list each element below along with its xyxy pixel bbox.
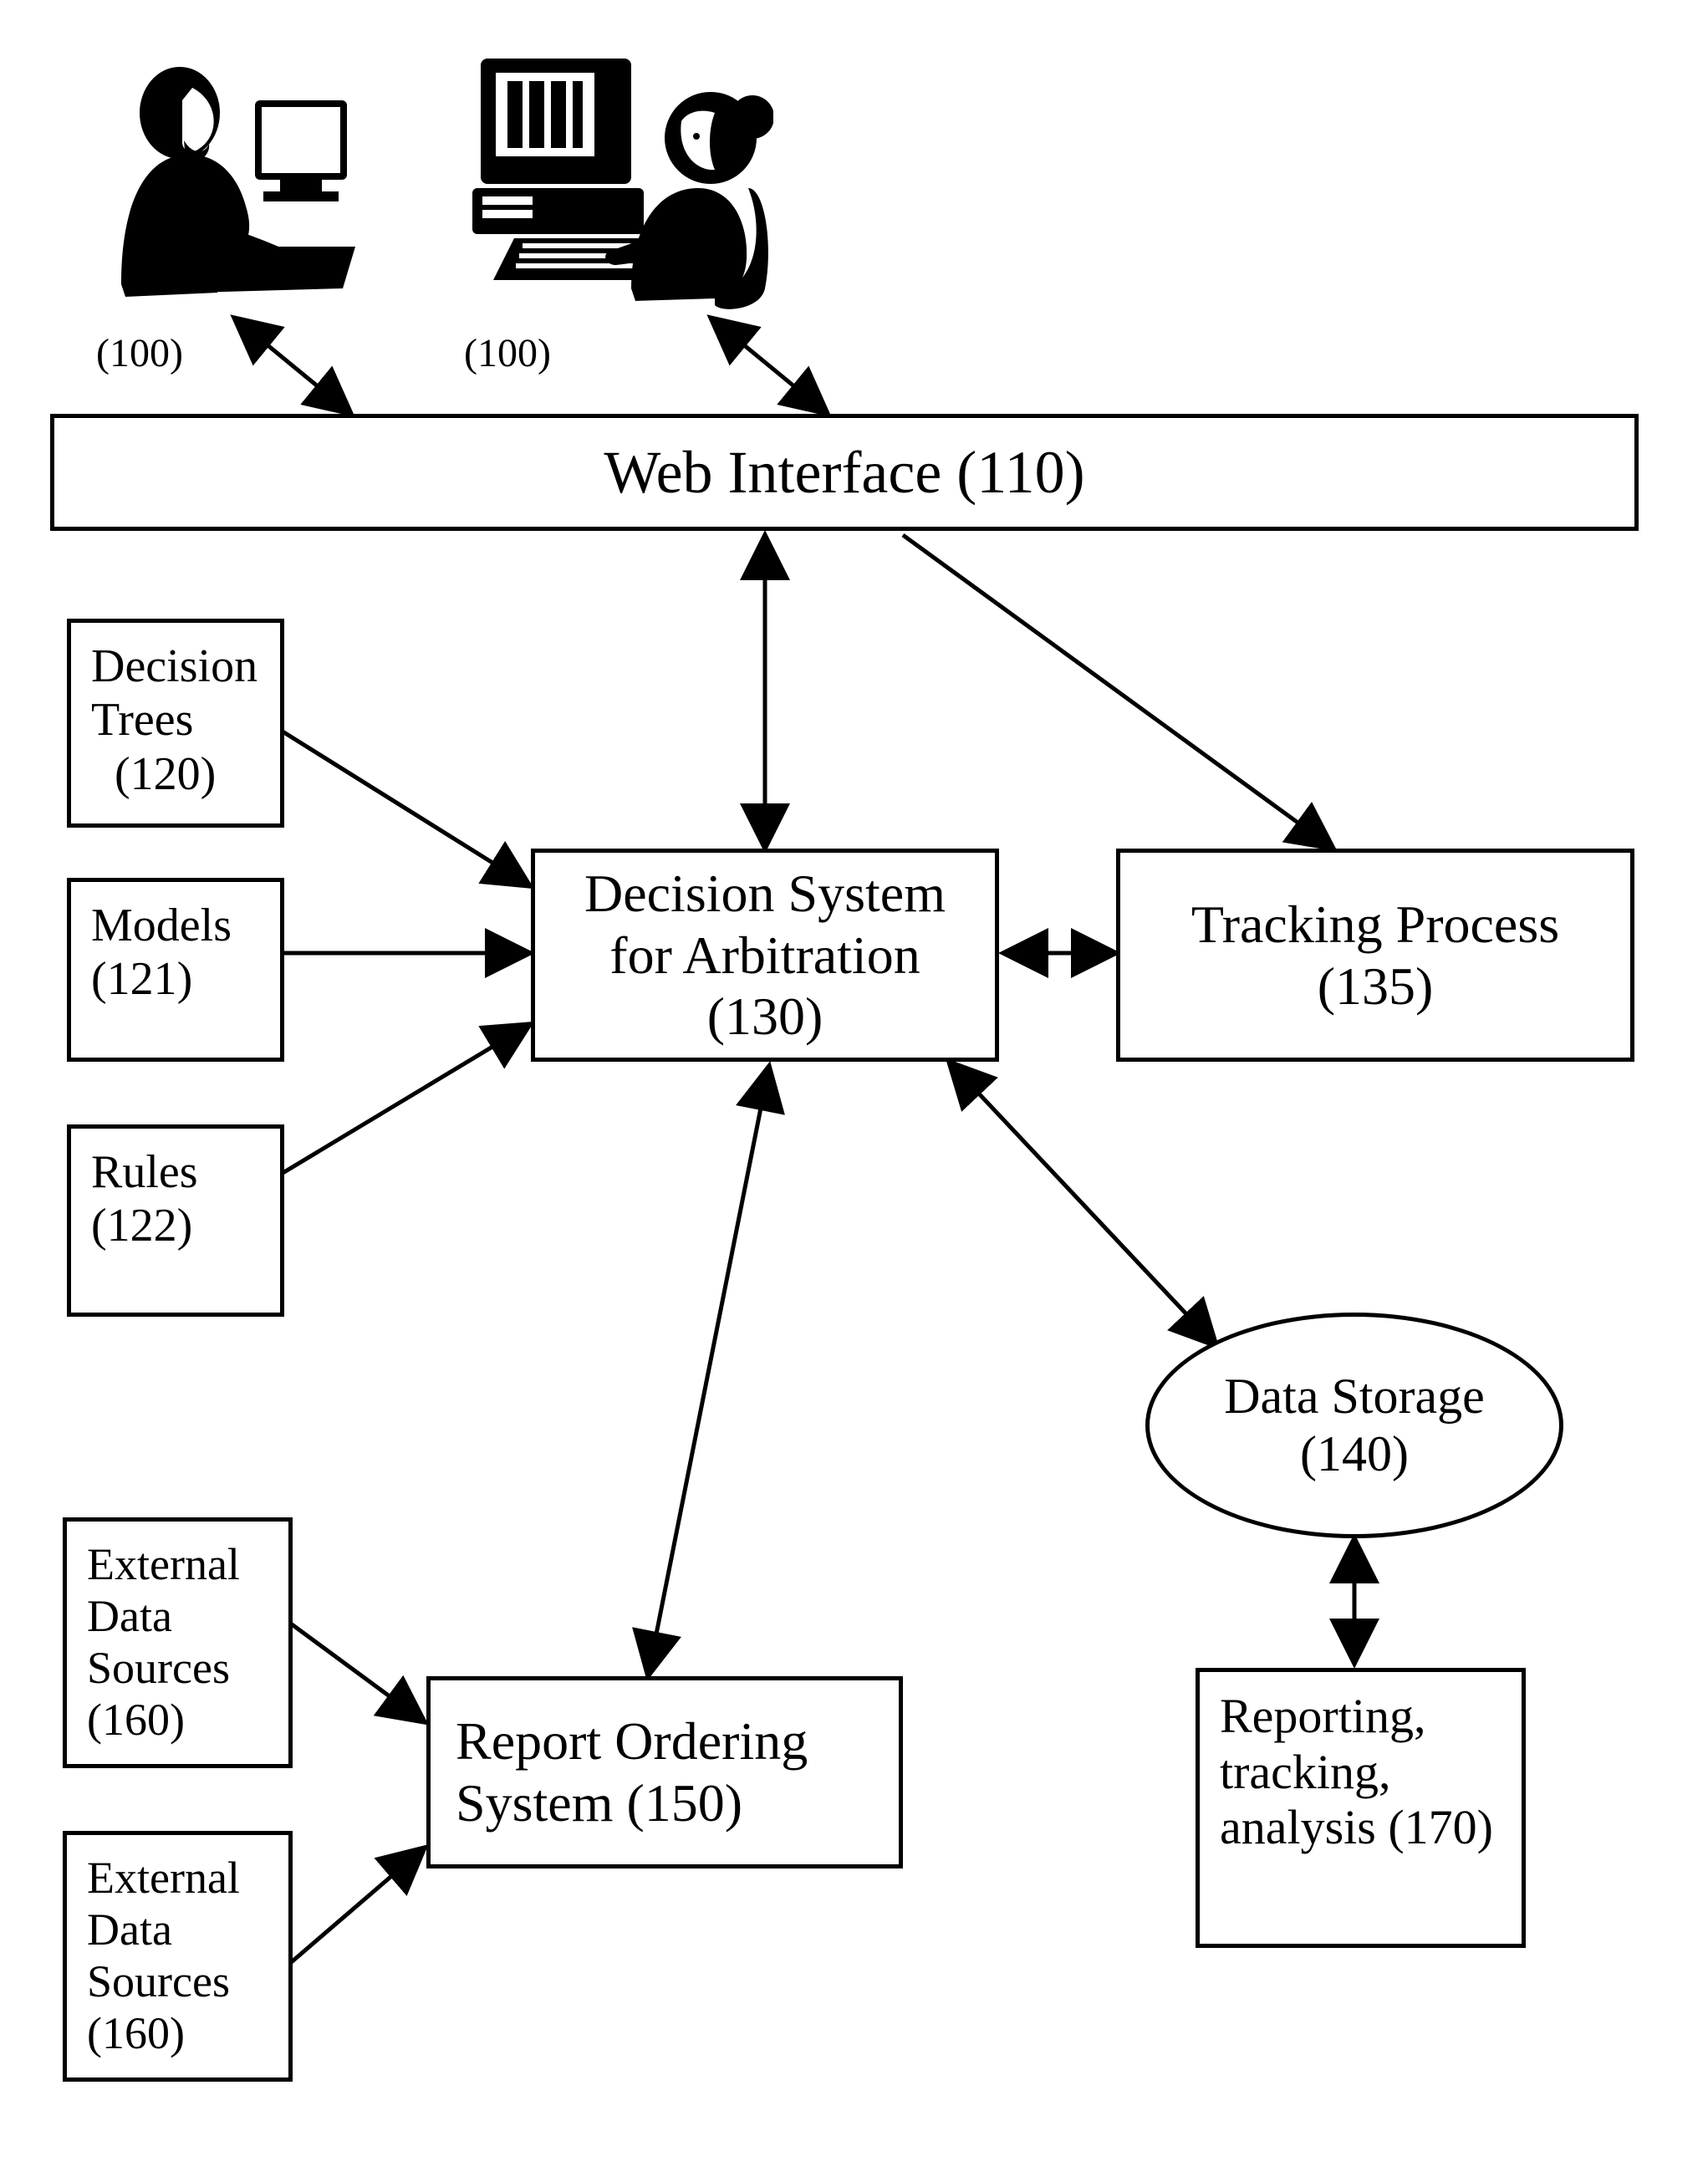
user-left-caption: (100) [96,330,183,376]
node-label: External Data Sources (160) [87,1538,268,1746]
user-at-computer-icon [92,42,359,318]
node-label: Decision System for Arbitration (130) [584,863,946,1048]
node-decision-trees: Decision Trees (120) [67,619,284,828]
node-label: Reporting, tracking, analysis (170) [1220,1689,1502,1856]
node-label: Tracking Process (135) [1191,894,1559,1017]
diagram-stage: (100) [0,0,1708,2182]
user-right-caption: (100) [464,330,551,376]
node-external-sources-a: External Data Sources (160) [63,1517,293,1768]
node-label: Decision Trees (120) [91,640,260,801]
node-report-ordering: Report Ordering System (150) [426,1676,903,1868]
node-rules: Rules (122) [67,1124,284,1317]
user-at-computer-icon [464,29,773,322]
node-label: Rules (122) [91,1145,260,1253]
node-decision-system: Decision System for Arbitration (130) [531,849,999,1062]
node-external-sources-b: External Data Sources (160) [63,1831,293,2082]
node-data-storage: Data Storage (140) [1145,1313,1563,1538]
node-models: Models (121) [67,878,284,1062]
node-reporting: Reporting, tracking, analysis (170) [1196,1668,1526,1948]
node-label: Models (121) [91,899,260,1007]
node-web-interface: Web Interface (110) [50,414,1639,531]
node-label: Report Ordering System (150) [456,1710,808,1833]
node-label: Web Interface (110) [604,438,1084,507]
node-tracking-process: Tracking Process (135) [1116,849,1634,1062]
node-label: Data Storage (140) [1224,1368,1485,1483]
node-label: External Data Sources (160) [87,1852,268,2059]
